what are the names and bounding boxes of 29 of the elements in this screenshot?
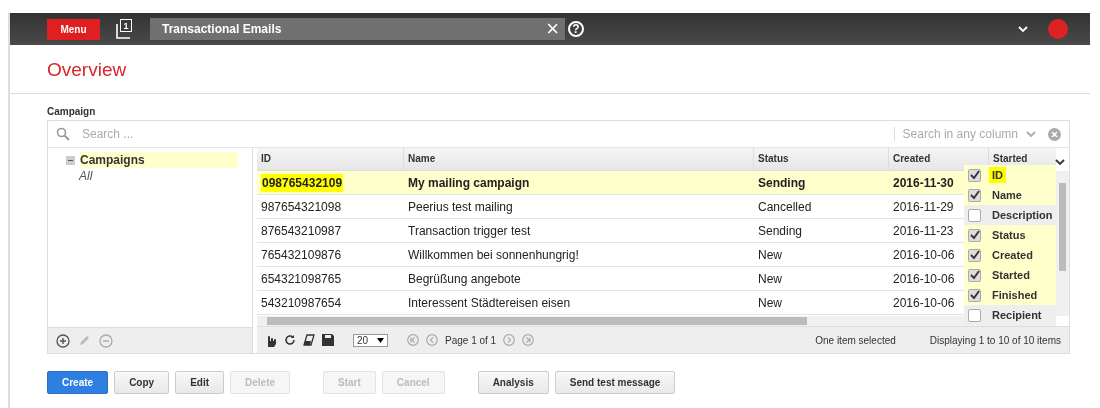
table-cell: 2016-11-23 xyxy=(893,223,954,238)
section-label: Campaign xyxy=(46,105,97,119)
table-cell: 987654321098 xyxy=(261,199,342,214)
table-cell: Transaction trigger test xyxy=(408,223,531,238)
table-cell: 2016-11-30 xyxy=(893,175,954,190)
table-cell: Begrüßung angebote xyxy=(408,271,521,286)
table-cell: 2016-11-29 xyxy=(893,199,954,214)
table-cell: 2016-10-06 xyxy=(893,271,955,286)
table-cell: My mailing campaign xyxy=(408,175,530,190)
table-cell: Cancelled xyxy=(758,199,812,214)
table-cell: New xyxy=(758,271,782,286)
table-cell: 765432109876 xyxy=(261,247,342,262)
page-text: Page 1 of 1 xyxy=(445,334,497,346)
table-cell: Sending xyxy=(758,175,806,190)
table-cell: Interessent Städtereisen eisen xyxy=(408,295,571,310)
table-cell: 2016-10-06 xyxy=(893,247,955,262)
table-cell: New xyxy=(758,247,782,262)
table-cell: Sending xyxy=(758,223,803,238)
table-cell: 654321098765 xyxy=(261,271,342,286)
table-cell: Peerius test mailing xyxy=(408,199,513,214)
display-status: Displaying 1 to 10 of 10 items xyxy=(929,334,1061,346)
table-cell: 543210987654 xyxy=(261,295,342,310)
table-cell: 876543210987 xyxy=(261,223,342,238)
table-cell: 2016-10-06 xyxy=(893,295,955,310)
table-cell: New xyxy=(758,295,782,310)
table-cell: Willkommen bei sonnenhungrig! xyxy=(408,247,579,262)
selection-status: One item selected xyxy=(815,334,896,346)
table-cell: 098765432109 xyxy=(261,173,344,192)
page-title: Overview xyxy=(10,45,1090,94)
